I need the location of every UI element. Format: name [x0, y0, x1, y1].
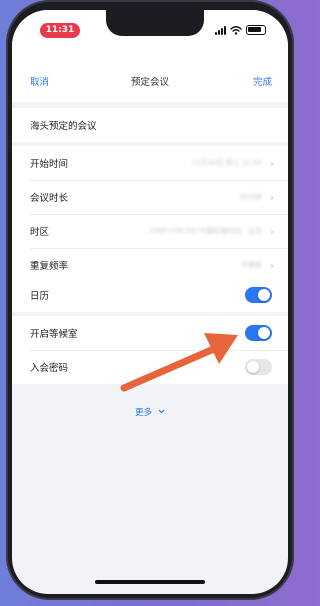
repeat-row[interactable]: 重复频率 不重复 ›: [12, 248, 288, 282]
schedule-group: 开始时间 11月30日 周三 12:00 › 会议时长 30分钟 › 时区 (G…: [12, 146, 288, 282]
duration-label: 会议时长: [30, 193, 69, 204]
wifi-icon: [230, 26, 242, 35]
more-options-button[interactable]: 更多: [12, 406, 288, 418]
password-label: 入会密码: [30, 363, 69, 374]
timezone-value: (GMT+08:00) 中国标准时间 - 北京: [149, 227, 262, 235]
start-time-value: 11月30日 周三 12:00: [191, 159, 262, 167]
calendar-row: 日历: [12, 278, 288, 312]
repeat-label: 重复频率: [30, 261, 69, 272]
home-indicator: [95, 580, 205, 584]
topic-group: 海头预定的会议: [12, 108, 288, 142]
nav-bar: 取消 预定会议 完成: [12, 50, 288, 102]
more-label: 更多: [135, 408, 153, 418]
repeat-value: 不重复: [241, 261, 262, 269]
chevron-right-icon: ›: [269, 156, 274, 170]
done-button[interactable]: 完成: [253, 74, 272, 88]
meeting-topic-field[interactable]: 海头预定的会议: [12, 108, 288, 142]
duration-row[interactable]: 会议时长 30分钟 ›: [12, 180, 288, 214]
page-title: 预定会议: [130, 77, 169, 88]
waiting-room-row: 开启等候室: [12, 316, 288, 350]
signal-icon: [215, 25, 226, 35]
start-time-label: 开始时间: [30, 159, 69, 170]
cancel-button[interactable]: 取消: [30, 74, 49, 88]
timezone-label: 时区: [30, 227, 50, 238]
calendar-toggle[interactable]: [245, 287, 272, 303]
status-time: 11:31: [40, 23, 80, 38]
calendar-label: 日历: [30, 291, 50, 302]
chevron-right-icon: ›: [269, 224, 274, 238]
calendar-group: 日历: [12, 278, 288, 312]
timezone-row[interactable]: 时区 (GMT+08:00) 中国标准时间 - 北京 ›: [12, 214, 288, 248]
phone-screen: 11:31 取消 预定会议 完成 海头预定的会议 开始时间 11月30日 周三 …: [12, 10, 288, 594]
security-group: 开启等候室 入会密码: [12, 316, 288, 384]
chevron-right-icon: ›: [269, 190, 274, 204]
password-toggle[interactable]: [245, 359, 272, 375]
status-icons: [215, 23, 266, 37]
waiting-room-toggle[interactable]: [245, 325, 272, 341]
battery-icon: [246, 25, 266, 35]
password-row: 入会密码: [12, 350, 288, 384]
duration-value: 30分钟: [239, 193, 262, 201]
chevron-right-icon: ›: [269, 258, 274, 272]
status-bar: 11:31: [12, 10, 288, 50]
meeting-topic-text: 海头预定的会议: [30, 121, 97, 132]
waiting-room-label: 开启等候室: [30, 329, 78, 340]
start-time-row[interactable]: 开始时间 11月30日 周三 12:00 ›: [12, 146, 288, 180]
chevron-down-icon: [158, 409, 165, 414]
notch: [106, 10, 204, 36]
